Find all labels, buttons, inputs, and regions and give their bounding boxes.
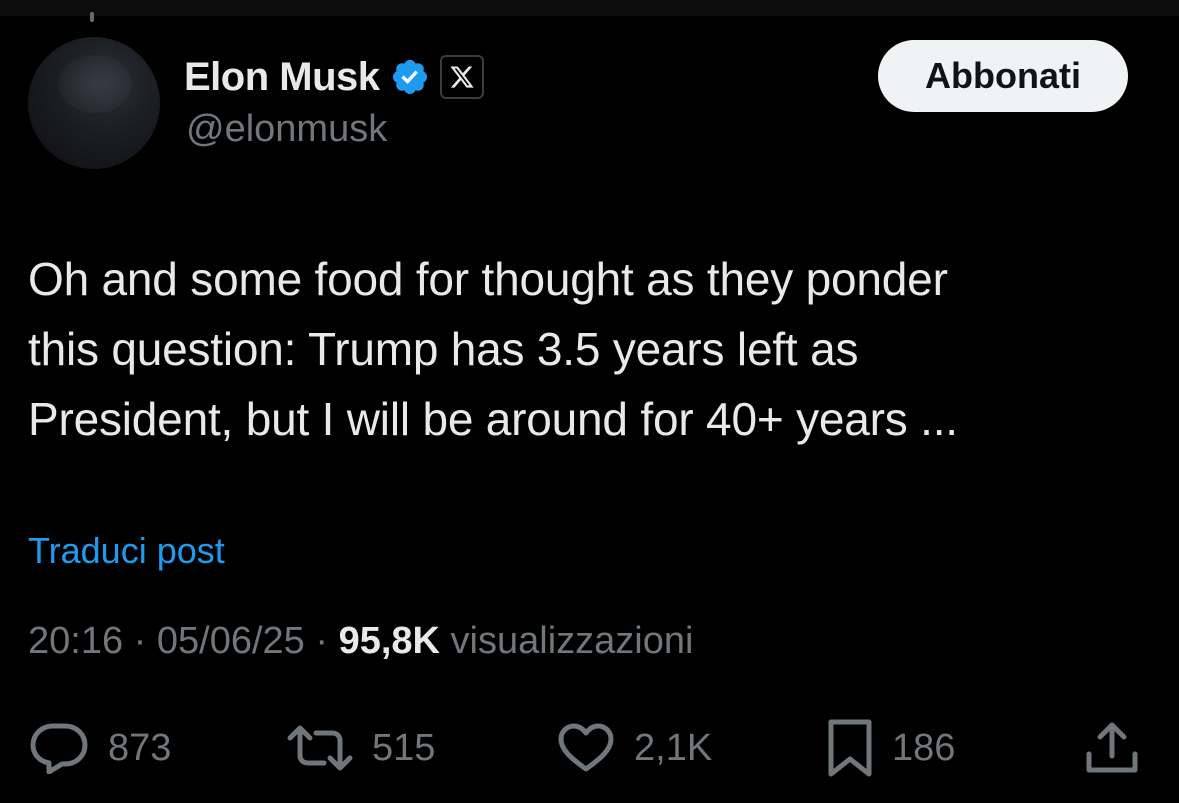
author-handle[interactable]: @elonmusk <box>186 108 387 151</box>
x-logo-icon <box>449 66 474 88</box>
tweet-actions-bar: 873 515 2,1K 186 <box>28 718 1148 778</box>
reply-count: 873 <box>108 726 172 769</box>
like-button[interactable]: 2,1K <box>556 718 712 778</box>
author-name[interactable]: Elon Musk <box>184 55 380 100</box>
tweet-line: this question: Trump has 3.5 years left … <box>28 323 859 375</box>
tweet-line: President, but I will be around for 40+ … <box>28 393 958 445</box>
meta-separator: · <box>315 620 329 662</box>
translate-post-link[interactable]: Traduci post <box>28 530 225 572</box>
subscribe-button[interactable]: Abbonati <box>878 40 1128 112</box>
repost-button[interactable]: 515 <box>286 718 435 778</box>
avatar[interactable] <box>28 37 160 169</box>
status-bar-indicator <box>90 12 94 22</box>
heart-icon <box>558 723 614 772</box>
bookmark-button[interactable]: 186 <box>826 718 955 778</box>
tweet-text: Oh and some food for thought as they pon… <box>28 244 1128 454</box>
tweet-line: Oh and some food for thought as they pon… <box>28 253 948 305</box>
tweet-meta: 20:16 · 05/06/25 · 95,8K visualizzazioni <box>28 620 693 663</box>
meta-separator: · <box>133 620 147 662</box>
x-affiliate-badge[interactable] <box>439 55 484 99</box>
tweet-time[interactable]: 20:16 <box>28 620 123 662</box>
tweet-date[interactable]: 05/06/25 <box>157 620 305 662</box>
status-bar <box>0 0 1179 22</box>
bookmark-icon <box>828 719 872 777</box>
reply-icon <box>30 723 88 774</box>
author-name-row: Elon Musk <box>184 52 484 102</box>
reply-button[interactable]: 873 <box>28 718 171 778</box>
verified-badge-icon <box>392 59 427 95</box>
share-icon <box>1086 722 1138 773</box>
share-button[interactable] <box>1084 718 1140 778</box>
repost-count: 515 <box>372 726 436 769</box>
views-label: visualizzazioni <box>450 620 694 662</box>
repost-icon <box>287 725 353 771</box>
views-count: 95,8K <box>338 620 440 662</box>
like-count: 2,1K <box>634 726 713 769</box>
bookmark-count: 186 <box>892 726 956 769</box>
